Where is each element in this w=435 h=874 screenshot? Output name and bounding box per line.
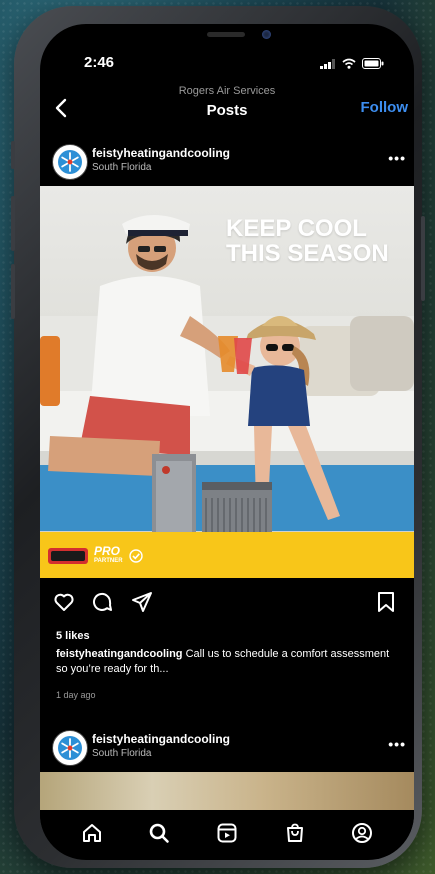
- phone-screen: 2:46 Rogers Air Services Posts Follow fe…: [40, 24, 414, 860]
- battery-icon: [362, 58, 384, 69]
- wifi-icon: [342, 58, 356, 69]
- search-icon[interactable]: [146, 820, 172, 846]
- post-time: 1 day ago: [56, 690, 96, 700]
- next-post-location[interactable]: South Florida: [92, 748, 151, 759]
- speaker: [207, 32, 245, 37]
- status-time: 2:46: [84, 54, 115, 71]
- post-location[interactable]: South Florida: [92, 162, 151, 173]
- header-account-name: Rogers Air Services: [178, 85, 276, 97]
- power-button: [421, 216, 425, 301]
- post-caption: feistyheatingandcooling Call us to sched…: [56, 647, 396, 677]
- avatar[interactable]: [52, 144, 88, 180]
- headline-line-1: KEEP COOL: [226, 215, 367, 242]
- post-headline: KEEP COOL THIS SEASON: [226, 216, 396, 266]
- next-post-header: feistyheatingandcooling South Florida ••…: [40, 724, 414, 774]
- post-image[interactable]: KEEP COOL THIS SEASON PRO PARTNER: [40, 186, 414, 578]
- share-icon[interactable]: [130, 590, 154, 614]
- check-icon: [128, 549, 143, 563]
- heart-icon[interactable]: [52, 590, 76, 614]
- snowflake-logo-icon: [58, 150, 82, 174]
- caption-username[interactable]: feistyheatingandcooling: [56, 648, 183, 660]
- bookmark-icon[interactable]: [374, 590, 398, 614]
- next-post-username[interactable]: feistyheatingandcooling: [92, 732, 230, 746]
- comment-icon[interactable]: [90, 590, 114, 614]
- notch: [152, 24, 302, 56]
- bottom-nav: [40, 810, 414, 856]
- page-title: Posts: [206, 102, 248, 119]
- post-header: feistyheatingandcooling South Florida ••…: [40, 138, 414, 188]
- volume-down-button: [11, 264, 15, 319]
- more-options-icon[interactable]: •••: [388, 150, 406, 166]
- badge-partner-label: PARTNER: [94, 558, 123, 564]
- post-username[interactable]: feistyheatingandcooling: [92, 146, 230, 160]
- reels-icon[interactable]: [214, 820, 240, 846]
- avatar[interactable]: [52, 730, 88, 766]
- snowflake-logo-icon: [58, 736, 82, 760]
- post-actions: [52, 590, 406, 616]
- mute-switch: [11, 141, 15, 169]
- profile-icon[interactable]: [349, 820, 375, 846]
- pro-partner-badge: PRO PARTNER: [48, 544, 143, 566]
- shop-icon[interactable]: [282, 820, 308, 846]
- more-options-icon[interactable]: •••: [388, 736, 406, 752]
- headline-line-2: THIS SEASON: [226, 240, 389, 267]
- likes-count[interactable]: 5 likes: [56, 630, 90, 642]
- next-post-image[interactable]: [40, 772, 414, 812]
- home-icon[interactable]: [79, 820, 105, 846]
- follow-button[interactable]: Follow: [361, 99, 409, 116]
- ruud-logo-icon: [48, 548, 88, 564]
- volume-up-button: [11, 196, 15, 251]
- badge-pro-label: PRO: [94, 544, 121, 558]
- front-camera: [262, 30, 271, 39]
- signal-icon: [320, 58, 335, 69]
- status-icons: [320, 58, 384, 69]
